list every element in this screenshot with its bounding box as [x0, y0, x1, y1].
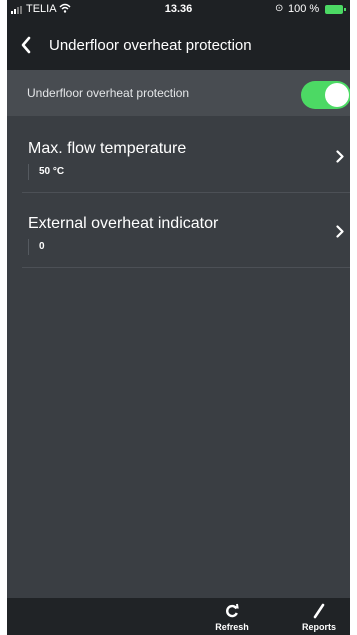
- refresh-label: Refresh: [215, 622, 249, 632]
- bottom-tab-bar: Refresh Reports: [7, 598, 350, 635]
- nav-header: Underfloor overheat protection: [7, 20, 350, 70]
- overheat-protection-toggle[interactable]: [301, 81, 350, 109]
- alarm-icon: ⊙: [275, 3, 284, 14]
- item-title: External overheat indicator: [28, 215, 219, 232]
- status-bar: TELIA 13.36 ⊙ 100 %: [7, 0, 350, 20]
- value-indicator: [28, 164, 29, 180]
- divider: [22, 267, 350, 268]
- battery-percentage: 100 %: [288, 3, 320, 15]
- refresh-button[interactable]: Refresh: [207, 598, 257, 635]
- toggle-knob: [325, 83, 349, 107]
- value-indicator: [28, 239, 29, 255]
- item-value: 0: [39, 241, 45, 252]
- list-item-external-overheat-indicator[interactable]: External overheat indicator 0: [22, 193, 350, 267]
- battery-icon: [325, 5, 346, 14]
- chevron-right-icon: [336, 150, 344, 163]
- item-title: Max. flow temperature: [28, 140, 187, 157]
- refresh-icon: [226, 603, 239, 618]
- reports-button[interactable]: Reports: [294, 598, 344, 635]
- item-value: 50 °C: [39, 166, 65, 177]
- chevron-right-icon: [336, 225, 344, 238]
- overheat-protection-toggle-row: Underfloor overheat protection: [7, 70, 350, 116]
- reports-label: Reports: [301, 622, 336, 632]
- list-item-max-flow-temperature[interactable]: Max. flow temperature 50 °C: [22, 118, 350, 192]
- app-screen: TELIA 13.36 ⊙ 100 % Underfloor overheat …: [7, 0, 350, 635]
- toggle-label: Underfloor overheat protection: [27, 86, 190, 100]
- back-chevron-icon[interactable]: [21, 36, 31, 54]
- page-title: Underfloor overheat protection: [49, 37, 252, 54]
- pencil-icon: [313, 603, 325, 619]
